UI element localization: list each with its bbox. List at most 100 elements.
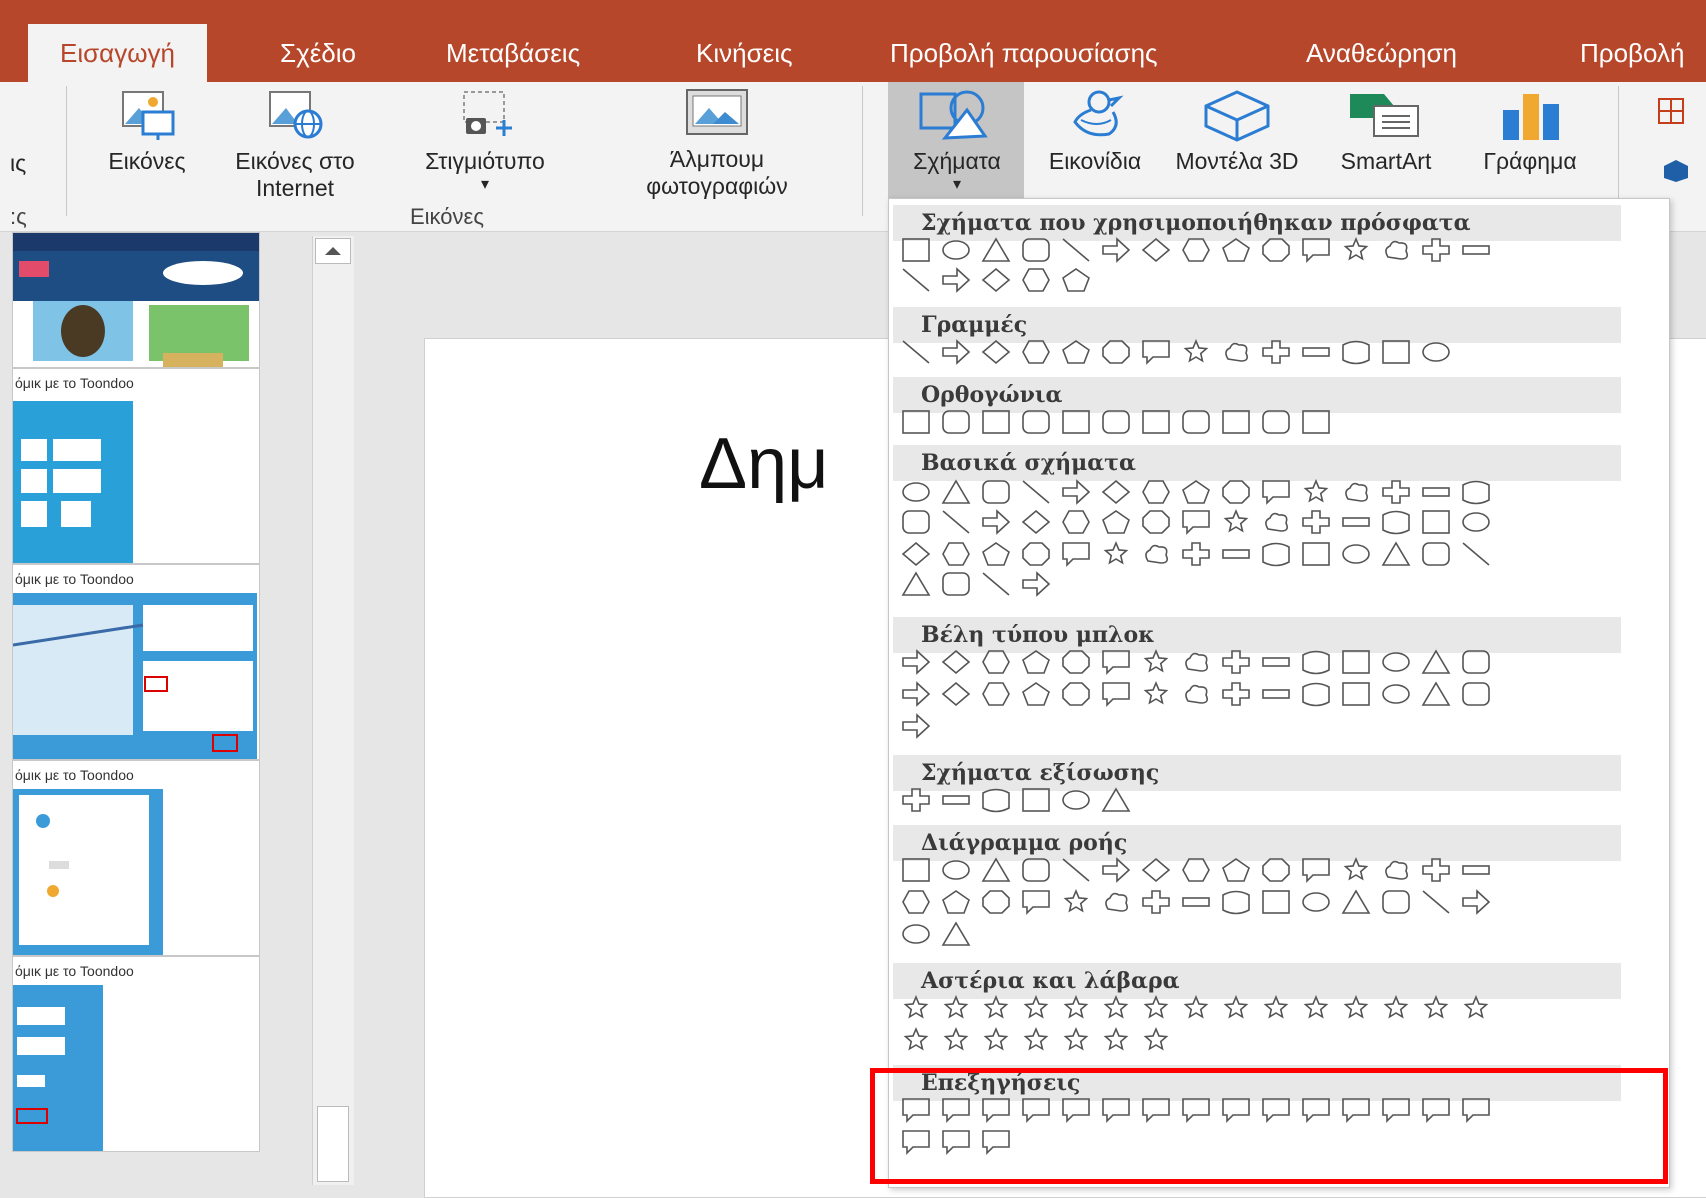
tab-animations[interactable]: Κινήσεις — [696, 24, 793, 82]
recent-shape[interactable] — [1102, 237, 1131, 263]
basic-shape[interactable] — [1265, 512, 1288, 532]
flowchart-shape[interactable] — [1302, 858, 1330, 883]
rectangle-shape[interactable] — [1102, 410, 1130, 434]
basic-shape[interactable] — [1462, 512, 1490, 532]
basic-shape[interactable] — [1381, 541, 1411, 566]
recent-shape[interactable] — [1022, 268, 1050, 292]
line-shape[interactable] — [942, 339, 971, 365]
equation-shape[interactable] — [1101, 787, 1131, 812]
recent-shape[interactable] — [942, 267, 971, 293]
recent-shape[interactable] — [1462, 245, 1490, 255]
block-arrow-shape[interactable] — [902, 649, 931, 675]
block-arrow-shape[interactable] — [1421, 681, 1451, 706]
block-arrow-shape[interactable] — [1185, 684, 1208, 704]
rectangle-shape[interactable] — [1222, 410, 1250, 434]
flowchart-shape[interactable] — [982, 890, 1010, 914]
flowchart-shape[interactable] — [1385, 860, 1408, 880]
recent-shape[interactable] — [1222, 238, 1250, 262]
basic-shape[interactable] — [1062, 510, 1090, 534]
flowchart-shape[interactable] — [1462, 865, 1490, 875]
recent-shape[interactable] — [1141, 237, 1171, 263]
basic-shape[interactable] — [1062, 542, 1090, 567]
tab-slideshow[interactable]: Προβολή παρουσίασης — [890, 24, 1158, 82]
recent-shape[interactable] — [902, 238, 930, 262]
line-shape[interactable] — [1262, 340, 1290, 364]
star-banner-shape[interactable] — [1263, 994, 1289, 1019]
block-arrow-shape[interactable] — [1302, 650, 1330, 675]
block-arrow-shape[interactable] — [1022, 650, 1050, 674]
flowchart-shape[interactable] — [1222, 858, 1250, 882]
block-arrow-shape[interactable] — [1462, 682, 1490, 706]
recent-shape[interactable] — [1422, 238, 1450, 262]
flowchart-shape[interactable] — [1182, 858, 1210, 882]
star-banner-shape[interactable] — [1063, 994, 1089, 1019]
basic-shape[interactable] — [1462, 480, 1490, 505]
recent-shape[interactable] — [1182, 238, 1210, 262]
basic-shape[interactable] — [1142, 510, 1170, 534]
flowchart-shape[interactable] — [902, 924, 930, 944]
block-arrow-shape[interactable] — [1102, 682, 1130, 707]
star-banner-shape[interactable] — [1023, 1026, 1049, 1051]
ribbon-partial-button[interactable]: ις — [10, 150, 26, 177]
line-shape[interactable] — [1422, 342, 1450, 362]
block-arrow-shape[interactable] — [1342, 650, 1370, 674]
star-banner-shape[interactable] — [1463, 994, 1489, 1019]
block-arrow-shape[interactable] — [1143, 648, 1169, 673]
star-banner-shape[interactable] — [1223, 994, 1249, 1019]
block-arrow-shape[interactable] — [1143, 680, 1169, 705]
flowchart-shape[interactable] — [941, 921, 971, 946]
slide-thumbnail[interactable]: όμικ με το Toondoo — [12, 564, 260, 760]
basic-shape[interactable] — [1422, 542, 1450, 566]
equation-shape[interactable] — [942, 795, 970, 805]
flowchart-shape[interactable] — [1422, 858, 1450, 882]
online-images-button[interactable]: Εικόνες στο Internet — [210, 88, 380, 202]
rectangle-shape[interactable] — [902, 410, 930, 434]
line-shape[interactable] — [1302, 347, 1330, 357]
star-banner-shape[interactable] — [1103, 1026, 1129, 1051]
flowchart-shape[interactable] — [1302, 892, 1330, 912]
recent-shape[interactable] — [1062, 238, 1090, 262]
scroll-thumb[interactable] — [317, 1106, 349, 1182]
block-arrow-shape[interactable] — [902, 681, 931, 707]
slide-title[interactable]: Δημ — [699, 423, 829, 505]
block-arrow-shape[interactable] — [1062, 650, 1090, 674]
basic-shape[interactable] — [1302, 510, 1330, 534]
block-arrow-shape[interactable] — [1421, 649, 1451, 674]
line-shape[interactable] — [1142, 340, 1170, 365]
basic-shape[interactable] — [1223, 508, 1249, 533]
basic-shape[interactable] — [942, 510, 970, 534]
equation-shape[interactable] — [1022, 788, 1050, 812]
basic-shape[interactable] — [941, 479, 971, 504]
tab-review[interactable]: Αναθεώρηση — [1306, 24, 1457, 82]
rectangle-shape[interactable] — [982, 410, 1010, 434]
flowchart-shape[interactable] — [1022, 858, 1050, 882]
star-banner-shape[interactable] — [1103, 994, 1129, 1019]
equation-shape[interactable] — [902, 788, 930, 812]
block-arrow-shape[interactable] — [902, 713, 931, 739]
add-in-icon[interactable] — [1660, 154, 1690, 184]
star-banner-shape[interactable] — [903, 994, 929, 1019]
line-shape[interactable] — [1225, 342, 1248, 362]
basic-shape[interactable] — [1182, 542, 1210, 566]
basic-shape[interactable] — [1382, 480, 1410, 504]
chart-button[interactable]: Γράφημα — [1460, 88, 1600, 175]
star-banner-shape[interactable] — [1383, 994, 1409, 1019]
basic-shape[interactable] — [1382, 510, 1410, 535]
basic-shape[interactable] — [1462, 542, 1490, 566]
basic-shape[interactable] — [1182, 480, 1210, 504]
rectangle-shape[interactable] — [1302, 410, 1330, 434]
block-arrow-shape[interactable] — [1222, 682, 1250, 706]
line-shape[interactable] — [1022, 340, 1050, 364]
block-arrow-shape[interactable] — [1185, 652, 1208, 672]
flowchart-shape[interactable] — [1022, 890, 1050, 915]
basic-shape[interactable] — [902, 482, 930, 502]
flowchart-shape[interactable] — [1102, 857, 1131, 883]
tab-transitions[interactable]: Μεταβάσεις — [446, 24, 580, 82]
flowchart-shape[interactable] — [1262, 890, 1290, 914]
table-icon[interactable] — [1656, 96, 1686, 126]
basic-shape[interactable] — [982, 509, 1011, 535]
block-arrow-shape[interactable] — [941, 681, 971, 707]
basic-shape[interactable] — [982, 542, 1010, 566]
rectangle-shape[interactable] — [1142, 410, 1170, 434]
basic-shape[interactable] — [1342, 517, 1370, 527]
